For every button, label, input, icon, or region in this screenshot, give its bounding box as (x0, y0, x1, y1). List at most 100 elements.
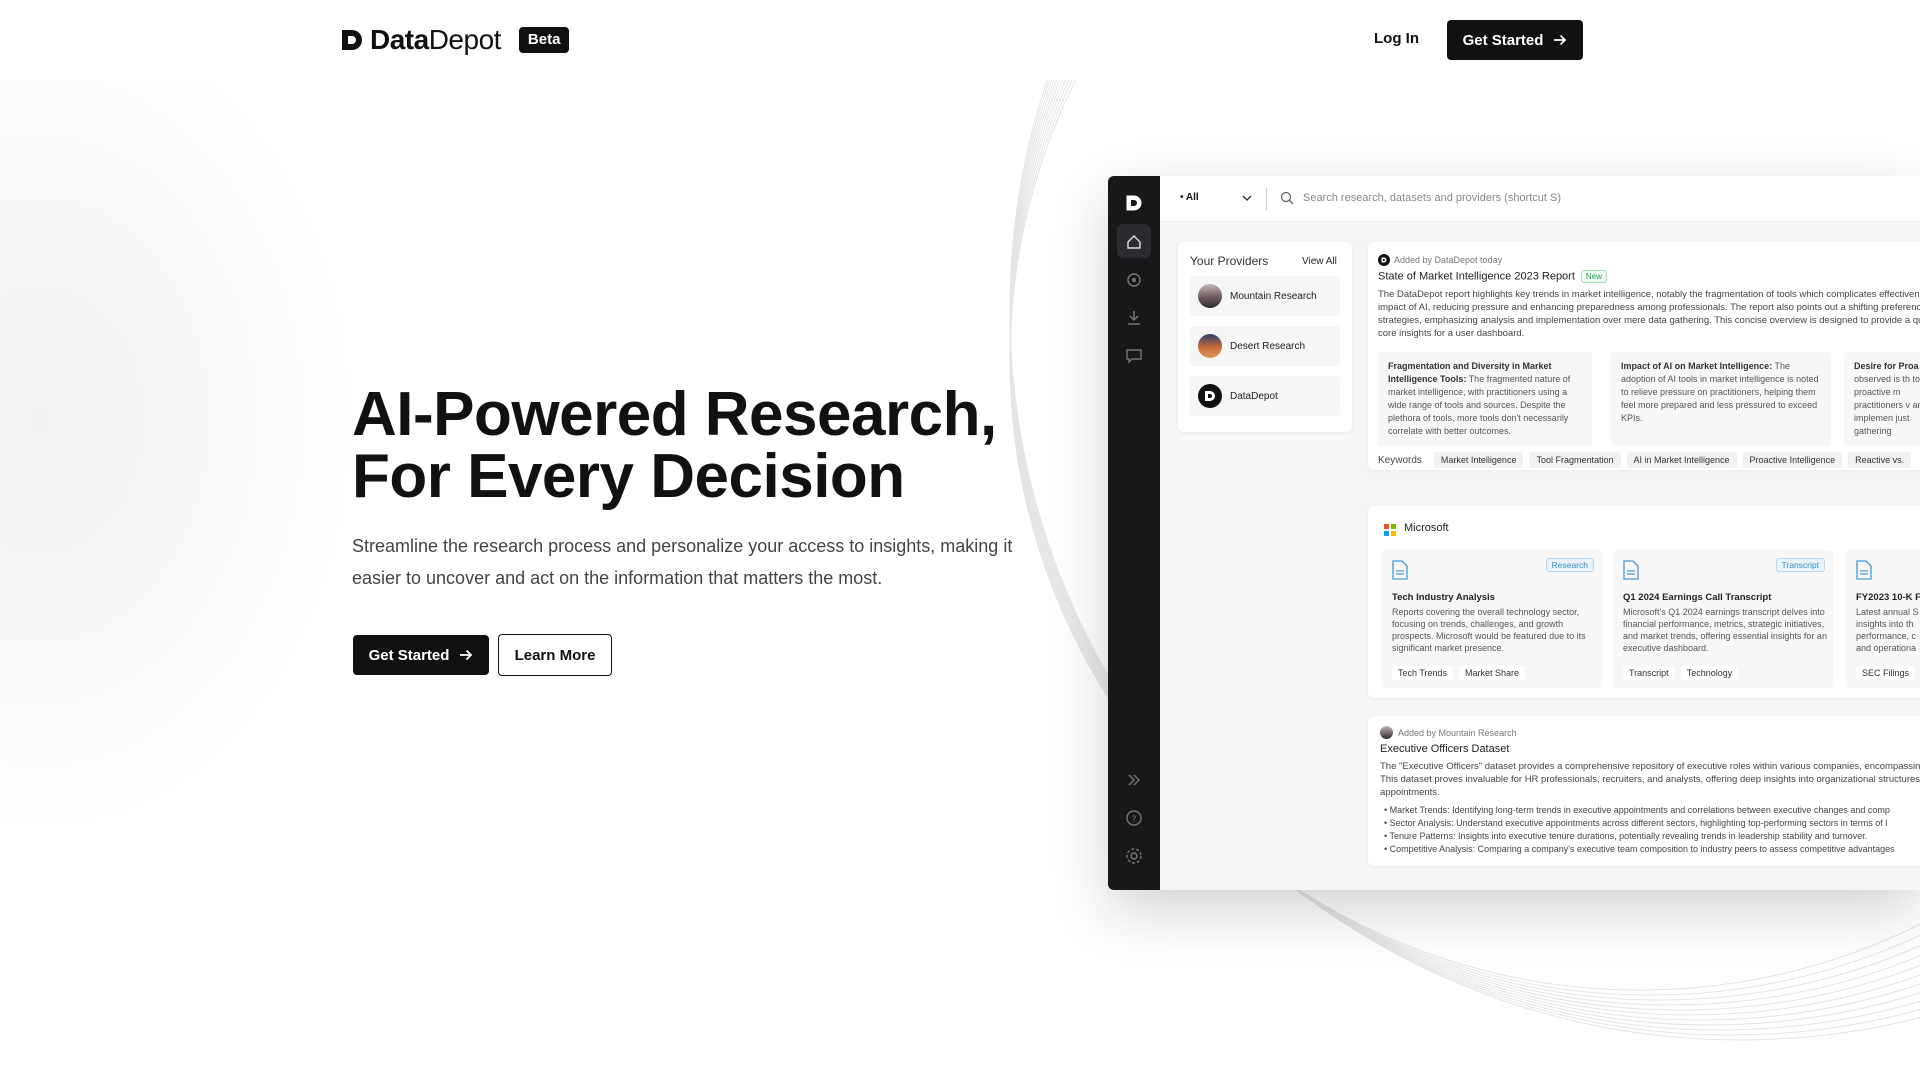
report-body-line: impact of AI, reducing pressure and enha… (1378, 302, 1920, 313)
chevron-down-icon (1242, 195, 1252, 201)
new-badge: New (1580, 270, 1607, 283)
dataset-bullet: • Market Trends: Identifying long-term t… (1384, 805, 1890, 815)
login-link[interactable]: Log In (1374, 30, 1419, 47)
report-body-line: strategies, emphasizing analysis and imp… (1378, 315, 1920, 326)
topbar-divider (1266, 188, 1267, 210)
providers-card: Your Providers View All Mountain Researc… (1178, 242, 1352, 432)
help-icon: ? (1126, 810, 1142, 826)
dataset-added-by: Added by Mountain Research (1398, 727, 1517, 738)
doc-tag-chip: Tech Trends (1392, 666, 1454, 680)
hero-get-started-label: Get Started (368, 646, 450, 664)
keyword-chip: Proactive Intelligence (1742, 452, 1843, 468)
dataset-body-line: This dataset proves invaluable for HR pr… (1380, 774, 1920, 785)
report-title-row: State of Market Intelligence 2023 Report… (1378, 270, 1607, 283)
doc-tags: Transcript Technology (1623, 666, 1739, 680)
document-icon (1392, 560, 1408, 580)
logo-mark (1378, 254, 1390, 266)
header-get-started-button[interactable]: Get Started (1447, 20, 1583, 60)
dataset-title: Executive Officers Dataset (1380, 743, 1510, 755)
avatar (1198, 284, 1222, 308)
chat-icon (1126, 349, 1142, 364)
dataset-body-line: The "Executive Officers" dataset provide… (1380, 761, 1920, 772)
keywords-label: Keywords (1378, 454, 1422, 466)
keyword-chip: Market Intelligence (1433, 452, 1524, 468)
dataset-bullet: • Tenure Patterns: Insights into executi… (1384, 831, 1868, 841)
hero-subtitle-line-1: Streamline the research process and pers… (352, 536, 1013, 556)
insight-card: Desire for Proa observed is th to proact… (1844, 352, 1920, 446)
hero-subtitle-line-2: easier to uncover and act on the informa… (352, 568, 883, 588)
svg-text:?: ? (1132, 815, 1137, 825)
expand-icon (1128, 774, 1140, 786)
learn-more-button[interactable]: Learn More (498, 634, 612, 676)
dataset-bullets: • Market Trends: Identifying long-term t… (1384, 804, 1895, 856)
logo-mark (342, 30, 362, 50)
document-icon (1623, 560, 1639, 580)
report-card: Added by DataDepot today State of Market… (1368, 242, 1920, 470)
provider-item: Desert Research (1190, 326, 1340, 366)
provider-name: DataDepot (1230, 390, 1278, 402)
report-body-line: core insights for a user dashboard. (1378, 328, 1525, 339)
report-title: State of Market Intelligence 2023 Report (1378, 270, 1575, 283)
provider-name: Desert Research (1230, 340, 1306, 352)
report-meta: Added by DataDepot today (1378, 254, 1502, 266)
hero-title-line-1: AI-Powered Research, (352, 380, 997, 449)
preview-sidebar: ? (1108, 176, 1160, 890)
doc-tag-chip: Market Share (1459, 666, 1526, 680)
insight-title: Desire for Proa (1854, 361, 1919, 371)
doc-title: Q1 2024 Earnings Call Transcript (1623, 592, 1772, 603)
avatar (1198, 334, 1222, 358)
download-icon (1128, 311, 1140, 325)
dataset-bullet: • Competitive Analysis: Comparing a comp… (1384, 844, 1895, 854)
company-name: Microsoft (1404, 522, 1449, 534)
doc-tag-chip: Transcript (1623, 666, 1675, 680)
dataset-card: Added by Mountain Research Executive Off… (1368, 716, 1920, 866)
document-icon (1856, 560, 1872, 580)
home-icon (1127, 235, 1141, 249)
report-body: The DataDepot report highlights key tren… (1378, 288, 1920, 340)
hero-subtitle: Streamline the research process and pers… (352, 530, 1042, 594)
arrow-right-icon (1554, 34, 1567, 46)
doc-type-tag: Research (1545, 558, 1594, 572)
hero-get-started-button[interactable]: Get Started (353, 635, 489, 675)
avatar (1380, 726, 1393, 739)
app-preview-screenshot: ? • All Search research, datasets and pr… (1108, 176, 1920, 890)
doc-tags: Tech Trends Market Share (1392, 666, 1526, 680)
brand-logo[interactable]: DataDepot Beta (340, 24, 570, 55)
avatar (1198, 384, 1222, 408)
logo-mark (1126, 195, 1142, 211)
provider-name: Mountain Research (1230, 290, 1317, 302)
keywords-row: Keywords Market Intelligence Tool Fragme… (1378, 452, 1912, 468)
keyword-chip: Tool Fragmentation (1529, 452, 1621, 468)
insight-card: Fragmentation and Diversity in Market In… (1378, 352, 1592, 446)
report-body-line: The DataDepot report highlights key tren… (1378, 289, 1920, 300)
doc-description: Microsoft's Q1 2024 earnings transcript … (1623, 607, 1827, 653)
doc-tag-chip: SEC Filings (1856, 666, 1916, 680)
microsoft-logo-icon (1384, 524, 1396, 536)
providers-title: Your Providers (1190, 254, 1269, 268)
keyword-chip: Reactive vs. (1848, 452, 1912, 468)
keyword-chip: AI in Market Intelligence (1626, 452, 1737, 468)
document-card: Transcript Q1 2024 Earnings Call Transcr… (1613, 550, 1833, 688)
providers-view-all: View All (1302, 256, 1337, 267)
doc-description: Latest annual S insights into th perform… (1856, 607, 1919, 653)
arrow-right-icon (460, 649, 473, 661)
logo-wordmark: DataDepot (370, 24, 501, 55)
site-header: DataDepot Beta Log In Get Started (0, 0, 1920, 80)
doc-title: Tech Industry Analysis (1392, 592, 1495, 603)
provider-item: Mountain Research (1190, 276, 1340, 316)
doc-tags: SEC Filings (1856, 666, 1916, 680)
report-added-by: Added by DataDepot today (1394, 255, 1503, 265)
search-icon (1280, 191, 1294, 205)
explore-icon (1127, 273, 1141, 287)
doc-title: FY2023 10-K F (1856, 592, 1920, 603)
beta-badge: Beta (518, 27, 570, 53)
header-get-started-label: Get Started (1462, 31, 1544, 49)
doc-type-tag: Transcript (1775, 558, 1825, 572)
company-card-microsoft: Microsoft Research Tech Industry Analysi… (1368, 506, 1920, 698)
document-card: FY2023 10-K F Latest annual S insights i… (1846, 550, 1920, 688)
dataset-bullet: • Sector Analysis: Understand executive … (1384, 818, 1888, 828)
hero-title-line-2: For Every Decision (352, 442, 905, 511)
insight-text: observed is th to proactive m practition… (1854, 374, 1920, 436)
doc-description: Reports covering the overall technology … (1392, 607, 1586, 653)
doc-tag-chip: Technology (1680, 666, 1739, 680)
